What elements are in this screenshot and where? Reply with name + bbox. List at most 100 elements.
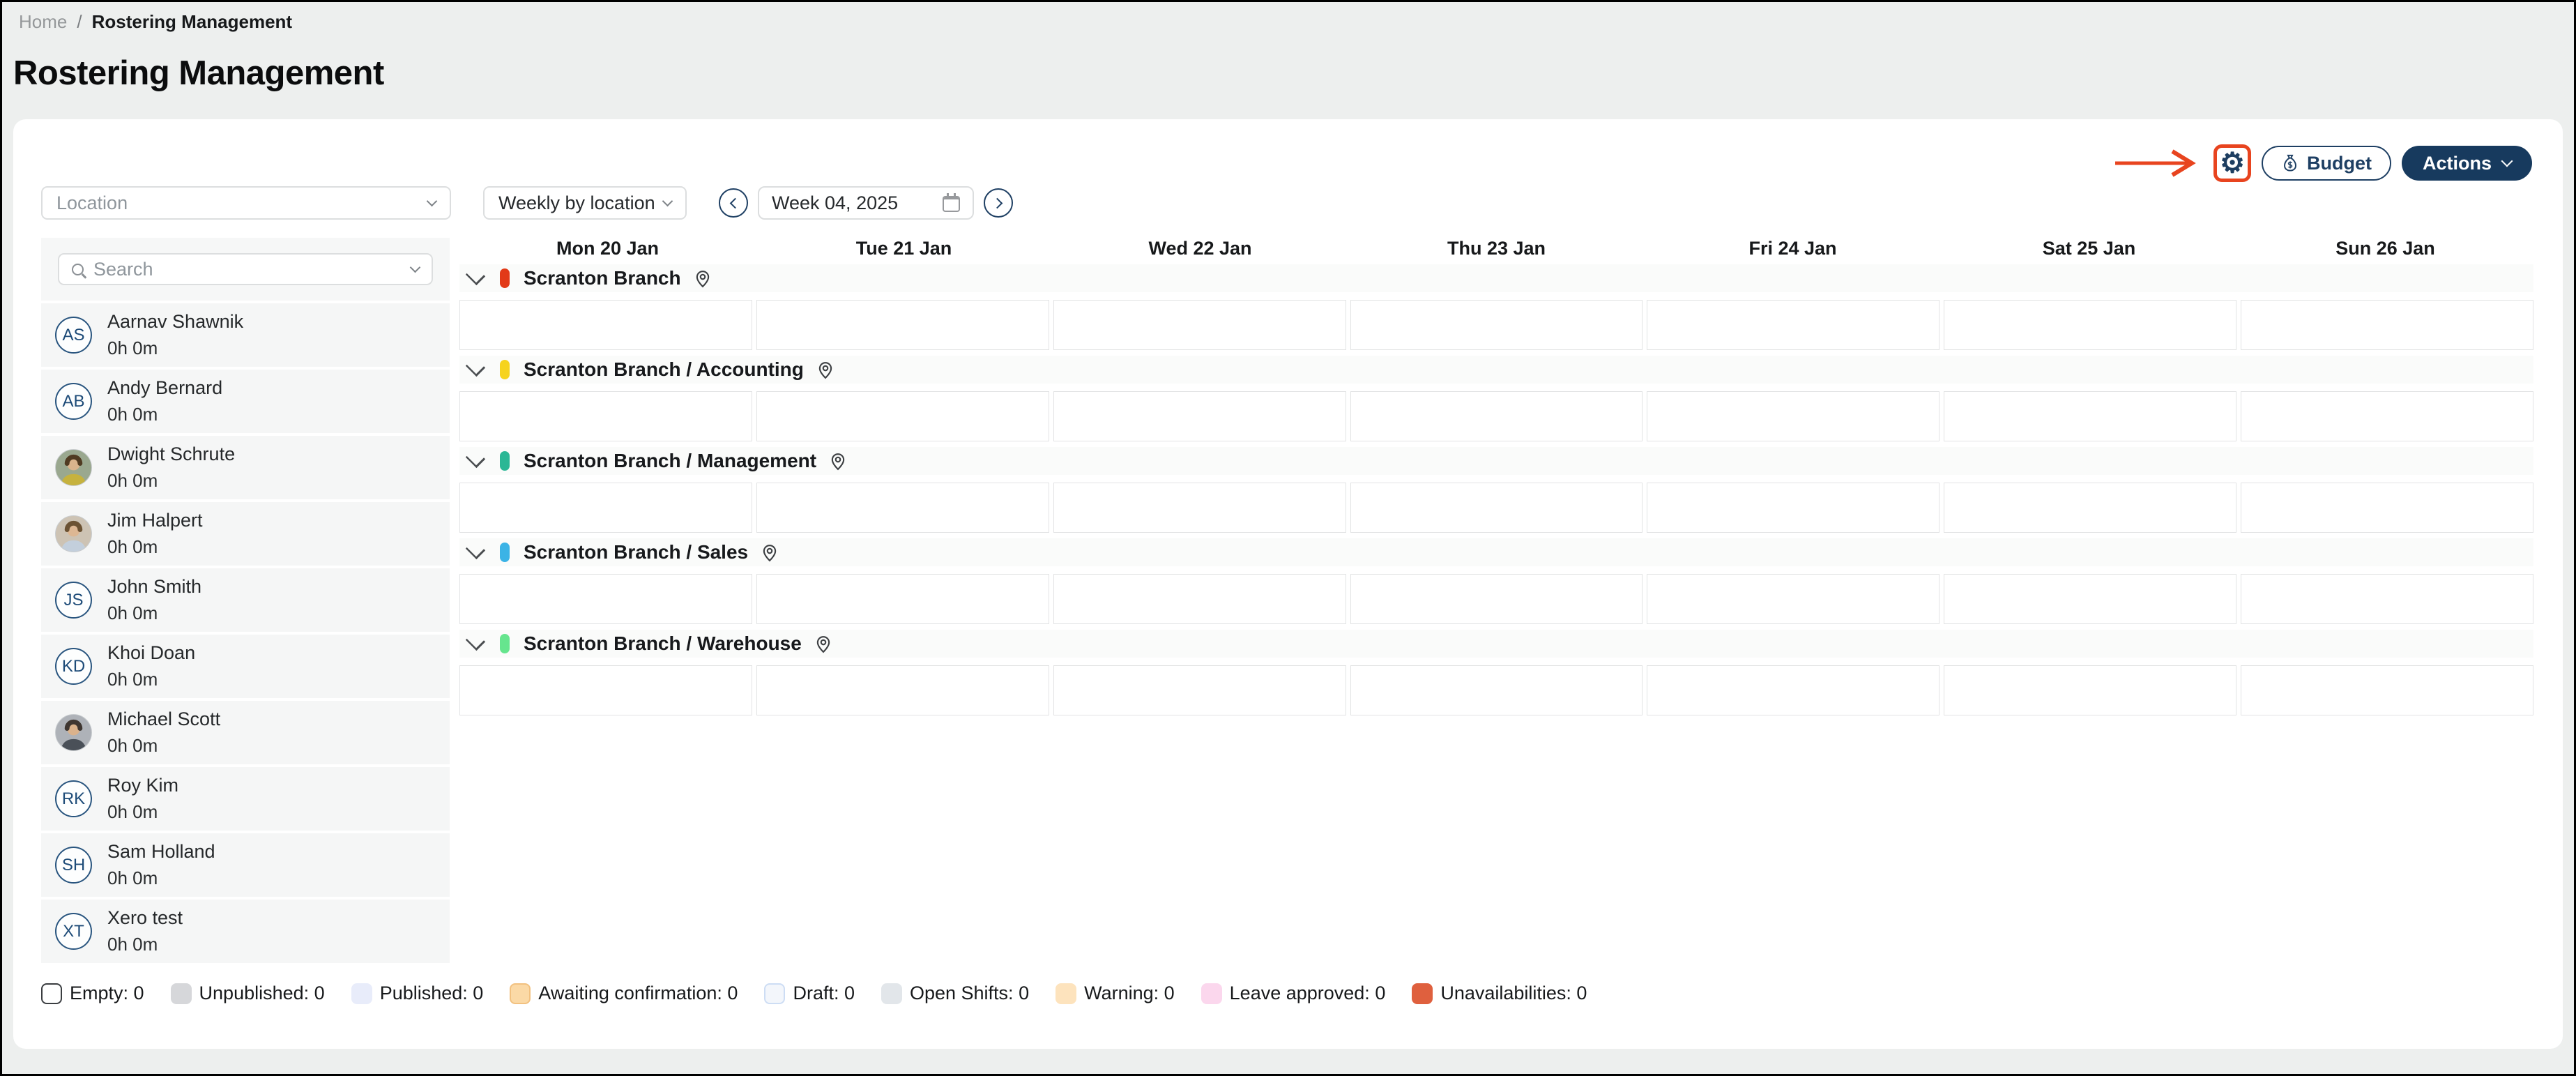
shift-cell[interactable] xyxy=(1350,574,1643,624)
group-header[interactable]: Scranton Branch / Warehouse xyxy=(459,630,2533,658)
shift-cell[interactable] xyxy=(756,483,1049,533)
employee-row[interactable]: KD Khoi Doan 0h 0m xyxy=(41,635,450,698)
shift-cell[interactable] xyxy=(1944,665,2236,715)
budget-button[interactable]: Budget xyxy=(2262,146,2391,181)
actions-button[interactable]: Actions xyxy=(2402,146,2532,181)
employee-row[interactable]: Michael Scott 0h 0m xyxy=(41,701,450,764)
next-week-button[interactable] xyxy=(984,188,1013,218)
shift-cell[interactable] xyxy=(2241,483,2533,533)
location-select[interactable]: Location xyxy=(41,186,451,220)
shift-cell[interactable] xyxy=(1647,391,1939,441)
employee-row[interactable]: JS John Smith 0h 0m xyxy=(41,568,450,632)
collapse-chevron-icon[interactable] xyxy=(466,266,485,285)
shift-cell[interactable] xyxy=(459,391,752,441)
view-mode-select[interactable]: Weekly by location xyxy=(483,186,687,220)
group-color-marker xyxy=(500,543,510,562)
shift-cell[interactable] xyxy=(1053,391,1346,441)
settings-button[interactable]: ⚙ xyxy=(2220,149,2245,177)
shift-cell[interactable] xyxy=(756,665,1049,715)
legend-swatch xyxy=(1412,983,1433,1004)
employee-row[interactable]: RK Roy Kim 0h 0m xyxy=(41,767,450,831)
collapse-chevron-icon[interactable] xyxy=(466,357,485,377)
shift-cell[interactable] xyxy=(1053,574,1346,624)
shift-cell[interactable] xyxy=(2241,391,2533,441)
employee-list: AS Aarnav Shawnik 0h 0m AB Andy Bernard xyxy=(41,303,450,963)
employee-name: Aarnav Shawnik xyxy=(107,311,243,333)
shift-cell[interactable] xyxy=(1647,574,1939,624)
employee-row[interactable]: Dwight Schrute 0h 0m xyxy=(41,436,450,499)
location-group: Scranton Branch / Warehouse xyxy=(459,630,2533,715)
employee-hours: 0h 0m xyxy=(107,735,220,757)
group-header[interactable]: Scranton Branch / Sales xyxy=(459,538,2533,566)
employee-name: Andy Bernard xyxy=(107,377,222,399)
annotation-arrow xyxy=(2114,148,2203,179)
group-name: Scranton Branch / Accounting xyxy=(524,358,804,381)
shift-cell[interactable] xyxy=(1350,665,1643,715)
legend-swatch xyxy=(171,983,192,1004)
chevron-left-icon xyxy=(729,197,740,209)
employee-name: Dwight Schrute xyxy=(107,444,235,465)
avatar: XT xyxy=(55,913,92,950)
shift-cell[interactable] xyxy=(2241,574,2533,624)
legend-swatch xyxy=(764,983,785,1004)
shift-cell[interactable] xyxy=(1053,665,1346,715)
collapse-chevron-icon[interactable] xyxy=(466,540,485,559)
employee-name: Xero test xyxy=(107,907,183,929)
employee-row[interactable]: Jim Halpert 0h 0m xyxy=(41,502,450,566)
employee-row[interactable]: AB Andy Bernard 0h 0m xyxy=(41,370,450,433)
employee-row[interactable]: SH Sam Holland 0h 0m xyxy=(41,833,450,897)
breadcrumb-separator: / xyxy=(77,11,82,33)
shift-cell[interactable] xyxy=(459,483,752,533)
shift-cell[interactable] xyxy=(1944,391,2236,441)
shift-cell[interactable] xyxy=(1053,300,1346,350)
legend-label: Unpublished: 0 xyxy=(199,983,325,1004)
status-legend: Empty: 0 Unpublished: 0 Published: 0 Awa… xyxy=(41,983,1587,1004)
employee-row[interactable]: AS Aarnav Shawnik 0h 0m xyxy=(41,303,450,367)
employee-search[interactable] xyxy=(58,253,433,285)
shift-cell[interactable] xyxy=(1944,483,2236,533)
breadcrumb-home-link[interactable]: Home xyxy=(19,11,67,33)
roster-card: ⚙ Budget Actions Location xyxy=(13,119,2563,1049)
previous-week-button[interactable] xyxy=(719,188,748,218)
location-group: Scranton Branch / Sales xyxy=(459,538,2533,624)
shift-cell[interactable] xyxy=(1053,483,1346,533)
shift-cell[interactable] xyxy=(1647,483,1939,533)
group-name: Scranton Branch xyxy=(524,267,681,289)
employee-row[interactable]: XT Xero test 0h 0m xyxy=(41,900,450,963)
collapse-chevron-icon[interactable] xyxy=(466,448,485,468)
avatar: KD xyxy=(55,648,92,685)
group-name: Scranton Branch / Warehouse xyxy=(524,632,802,655)
shift-cell[interactable] xyxy=(2241,665,2533,715)
shift-cell[interactable] xyxy=(459,574,752,624)
shift-cell[interactable] xyxy=(1647,300,1939,350)
location-group: Scranton Branch / Accounting xyxy=(459,356,2533,441)
shift-cell[interactable] xyxy=(756,391,1049,441)
shift-cell[interactable] xyxy=(1944,574,2236,624)
legend-swatch xyxy=(351,983,372,1004)
shift-cell[interactable] xyxy=(756,300,1049,350)
shift-cell[interactable] xyxy=(1350,391,1643,441)
group-name: Scranton Branch / Management xyxy=(524,450,816,472)
calendar-icon[interactable] xyxy=(943,196,960,212)
shift-cell[interactable] xyxy=(1944,300,2236,350)
shift-cell[interactable] xyxy=(1350,300,1643,350)
group-header[interactable]: Scranton Branch / Management xyxy=(459,447,2533,475)
collapse-chevron-icon[interactable] xyxy=(466,631,485,651)
employee-hours: 0h 0m xyxy=(107,934,183,955)
shift-cell[interactable] xyxy=(756,574,1049,624)
shift-cell[interactable] xyxy=(1350,483,1643,533)
legend-swatch xyxy=(41,983,62,1004)
day-header: Sun 26 Jan xyxy=(2237,238,2533,259)
group-header[interactable]: Scranton Branch xyxy=(459,264,2533,292)
search-input[interactable] xyxy=(93,259,402,280)
shift-cell[interactable] xyxy=(459,300,752,350)
view-mode-value: Weekly by location xyxy=(498,192,655,214)
week-picker[interactable]: Week 04, 2025 xyxy=(758,186,974,220)
shift-cell[interactable] xyxy=(1647,665,1939,715)
shift-cell[interactable] xyxy=(459,665,752,715)
location-placeholder: Location xyxy=(56,192,128,214)
legend-item: Unpublished: 0 xyxy=(171,983,325,1004)
shift-cell[interactable] xyxy=(2241,300,2533,350)
group-header[interactable]: Scranton Branch / Accounting xyxy=(459,356,2533,384)
employee-name: Jim Halpert xyxy=(107,510,203,531)
